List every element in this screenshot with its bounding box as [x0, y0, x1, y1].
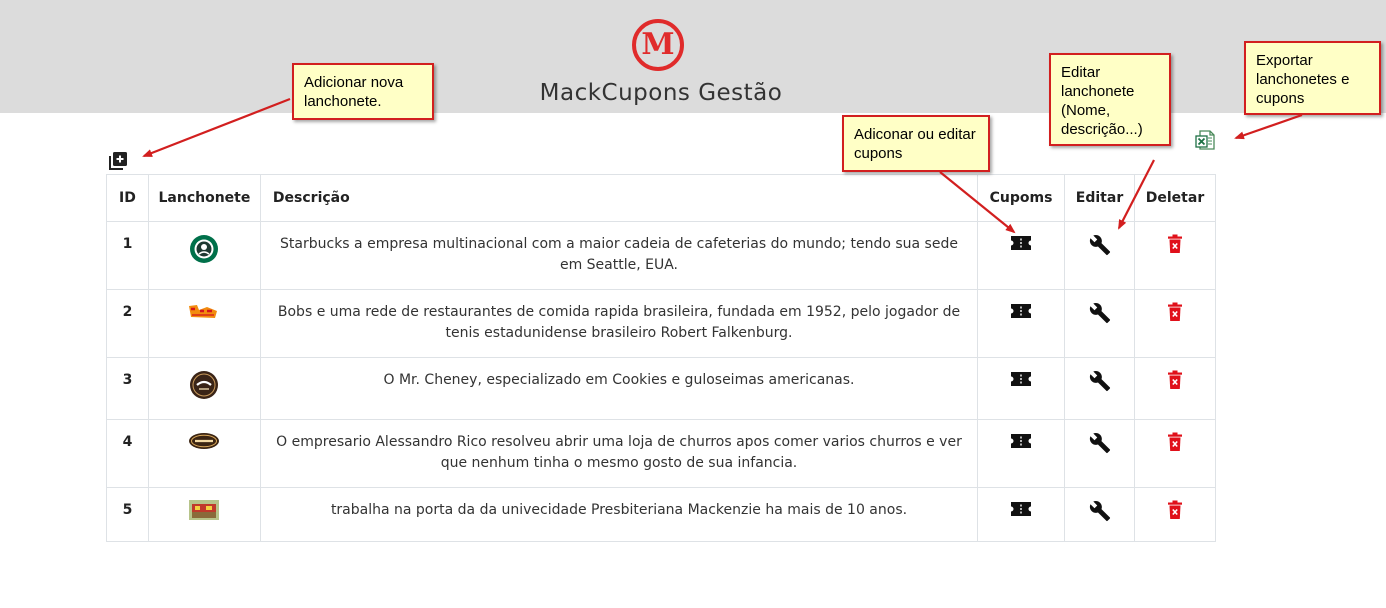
- churros-logo: [189, 433, 220, 449]
- column-header-editar: Editar: [1064, 174, 1135, 222]
- wrench-icon: [1089, 433, 1110, 454]
- delete-button[interactable]: [1167, 500, 1183, 527]
- edit-button[interactable]: [1089, 500, 1111, 529]
- app-header: M MackCupons Gestão: [0, 0, 1386, 113]
- bobs-logo: [189, 305, 218, 318]
- trash-icon: [1168, 432, 1182, 451]
- annotation-export: Exportar lanchonetes e cupons: [1244, 41, 1381, 115]
- mackenzie-logo: M: [632, 19, 684, 71]
- column-header-descricao: Descrição: [259, 174, 979, 222]
- column-header-cupoms: Cupoms: [977, 174, 1066, 222]
- row-id: 1: [106, 221, 149, 290]
- row-description: Starbucks a empresa multinacional com a …: [259, 221, 979, 290]
- table-row: 1 Starbucks a empresa multinacional com …: [106, 221, 1216, 290]
- delete-button[interactable]: [1167, 234, 1183, 261]
- row-id: 4: [106, 419, 149, 488]
- table-row: 5 trabalha na porta da da univecidade Pr…: [106, 487, 1216, 542]
- row-description: O empresario Alessandro Rico resolveu ab…: [259, 419, 979, 488]
- delete-button[interactable]: [1167, 370, 1183, 397]
- column-header-deletar: Deletar: [1134, 174, 1216, 222]
- export-excel-button[interactable]: [1194, 129, 1216, 151]
- lanchonete-logo-cell: [147, 357, 261, 420]
- column-header-lanchonete: Lanchonete: [147, 174, 261, 222]
- edit-button[interactable]: [1089, 370, 1111, 399]
- wrench-icon: [1089, 303, 1110, 324]
- ticket-icon: [1011, 304, 1032, 318]
- add-box-icon: [109, 152, 127, 170]
- lanchonete-logo-cell: [147, 419, 261, 488]
- row-id: 5: [106, 487, 149, 542]
- row-id: 2: [106, 289, 149, 358]
- row-description: trabalha na porta da da univecidade Pres…: [259, 487, 979, 542]
- ticket-icon: [1011, 502, 1032, 516]
- arrow-to-export-button: [1234, 113, 1303, 140]
- coupons-button[interactable]: [1010, 432, 1032, 457]
- table-header-row: ID Lanchonete Descrição Cupoms Editar De…: [106, 174, 1216, 222]
- annotation-add-lanchonete: Adicionar nova lanchonete.: [292, 63, 434, 120]
- ticket-icon: [1011, 236, 1032, 250]
- ticket-icon: [1011, 434, 1032, 448]
- starbucks-logo: [190, 235, 219, 263]
- row-description: O Mr. Cheney, especializado em Cookies e…: [259, 357, 979, 420]
- table-row: 4 O empresario Alessandro Rico resolveu …: [106, 419, 1216, 488]
- annotation-coupons: Adiconar ou editar cupons: [842, 115, 990, 172]
- wrench-icon: [1089, 371, 1110, 392]
- edit-button[interactable]: [1089, 432, 1111, 461]
- delete-button[interactable]: [1167, 302, 1183, 329]
- edit-button[interactable]: [1089, 234, 1111, 263]
- trash-icon: [1168, 370, 1182, 389]
- coupons-button[interactable]: [1010, 500, 1032, 525]
- trash-icon: [1168, 500, 1182, 519]
- trash-icon: [1168, 234, 1182, 253]
- lanchonete-logo-cell: [147, 487, 261, 542]
- excel-export-icon: [1195, 130, 1215, 150]
- ticket-icon: [1011, 372, 1032, 386]
- table-row: 3 O Mr. Cheney, especializado em Cookies…: [106, 357, 1216, 420]
- lanchonete-logo-cell: [147, 289, 261, 358]
- mr-cheney-logo: [190, 371, 219, 399]
- wrench-icon: [1089, 235, 1110, 256]
- coupons-button[interactable]: [1010, 302, 1032, 327]
- add-lanchonete-button[interactable]: [108, 151, 128, 171]
- trash-icon: [1168, 302, 1182, 321]
- wrench-icon: [1089, 501, 1110, 522]
- row-id: 3: [106, 357, 149, 420]
- column-header-id: ID: [106, 174, 149, 222]
- app-title: MackCupons Gestão: [539, 80, 783, 106]
- annotation-edit-lanchonete: Editar lanchonete (Nome, descrição...): [1049, 53, 1171, 146]
- coupons-button[interactable]: [1010, 234, 1032, 259]
- table-row: 2 Bobs e uma rede de restaurantes de com…: [106, 289, 1216, 358]
- delete-button[interactable]: [1167, 432, 1183, 459]
- lanchonete-logo-cell: [147, 221, 261, 290]
- food-stand-photo: [189, 500, 220, 520]
- edit-button[interactable]: [1089, 302, 1111, 331]
- lanchonetes-table: ID Lanchonete Descrição Cupoms Editar De…: [106, 174, 1216, 542]
- coupons-button[interactable]: [1010, 370, 1032, 395]
- row-description: Bobs e uma rede de restaurantes de comid…: [259, 289, 979, 358]
